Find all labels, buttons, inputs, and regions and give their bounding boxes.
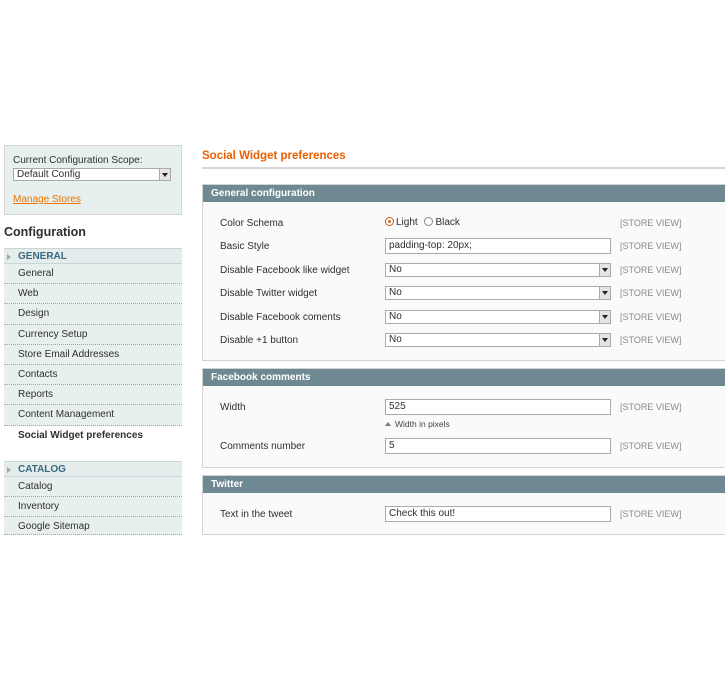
chevron-down-icon[interactable] [599,311,610,323]
row-disable-twitter: Disable Twitter widget No [STORE VIEW] [203,285,725,301]
store-view-tag: [STORE VIEW] [620,335,682,345]
nav-header-catalog[interactable]: CATALOG [4,461,182,477]
color-schema-radios: Light Black [385,217,460,228]
tweet-text-label: Text in the tweet [220,509,293,520]
sidebar-item-store-email-addresses[interactable]: Store Email Addresses [4,344,182,365]
tweet-text-input[interactable]: Check this out! [385,506,611,522]
width-label: Width [220,402,246,413]
radio-light-label: Light [396,217,418,228]
sidebar-item-general[interactable]: General [4,264,182,285]
disable-fb-like-select[interactable]: No [385,263,611,277]
sidebar-item-reports[interactable]: Reports [4,385,182,406]
title-divider [202,167,725,169]
store-view-tag: [STORE VIEW] [620,241,682,251]
store-view-tag: [STORE VIEW] [620,218,682,228]
row-disable-fb-comments: Disable Facebook coments No [STORE VIEW] [203,309,725,325]
sidebar-item-design[interactable]: Design [4,304,182,325]
row-color-schema: Color Schema Light Black [STORE VIEW] [203,215,725,231]
triangle-right-icon [7,467,11,473]
radio-black-label: Black [435,217,460,228]
row-tweet-text: Text in the tweet Check this out! [STORE… [203,506,725,522]
row-width: Width 525 Width in pixels [STORE VIEW] [203,399,725,429]
disable-plusone-label: Disable +1 button [220,335,299,346]
chevron-down-icon[interactable] [599,287,610,299]
sidebar-item-google-sitemap[interactable]: Google Sitemap [4,517,182,536]
scope-select[interactable]: Default Config [13,168,171,181]
triangle-up-icon [385,422,391,426]
store-view-tag: [STORE VIEW] [620,441,682,451]
sidebar-item-currency-setup[interactable]: Currency Setup [4,324,182,345]
width-note: Width in pixels [385,419,450,429]
comments-number-label: Comments number [220,441,306,452]
nav-group-general: GENERAL General Web Design Currency Setu… [4,248,182,446]
disable-fb-comments-label: Disable Facebook coments [220,312,341,323]
sidebar-item-catalog[interactable]: Catalog [4,477,182,498]
sidebar-item-social-widget-preferences[interactable]: Social Widget preferences [4,425,182,446]
store-view-tag: [STORE VIEW] [620,312,682,322]
store-view-tag: [STORE VIEW] [620,509,682,519]
section-header-general[interactable]: General configuration [203,185,725,202]
chevron-down-icon[interactable] [599,264,610,276]
disable-fb-comments-select[interactable]: No [385,310,611,324]
sidebar-item-inventory[interactable]: Inventory [4,497,182,518]
basic-style-label: Basic Style [220,241,270,252]
section-general-configuration: General configuration Color Schema Light… [202,184,725,361]
store-view-tag: [STORE VIEW] [620,265,682,275]
scope-label: Current Configuration Scope: [13,155,143,166]
disable-fb-like-label: Disable Facebook like widget [220,265,350,276]
scope-switcher: Current Configuration Scope: Default Con… [4,145,182,215]
row-disable-plusone: Disable +1 button No [STORE VIEW] [203,332,725,348]
section-facebook-comments: Facebook comments Width 525 Width in pix… [202,368,725,468]
disable-plusone-select[interactable]: No [385,333,611,347]
section-twitter: Twitter Text in the tweet Check this out… [202,475,725,535]
nav-header-general[interactable]: GENERAL [4,248,182,264]
scope-select-value: Default Config [17,169,81,180]
triangle-right-icon [7,254,11,260]
sidebar-item-content-management[interactable]: Content Management [4,405,182,426]
color-schema-label: Color Schema [220,218,284,229]
nav-group-catalog: CATALOG Catalog Inventory Google Sitemap [4,461,182,536]
radio-black[interactable] [424,217,434,226]
section-header-twitter[interactable]: Twitter [203,476,725,493]
sidebar-item-contacts[interactable]: Contacts [4,364,182,386]
radio-light[interactable] [385,217,394,226]
store-view-tag: [STORE VIEW] [620,402,682,412]
disable-twitter-select[interactable]: No [385,286,611,300]
configuration-title: Configuration [4,225,86,239]
section-header-facebook[interactable]: Facebook comments [203,369,725,386]
page-title: Social Widget preferences [202,150,346,162]
sidebar-item-web[interactable]: Web [4,284,182,305]
width-input[interactable]: 525 [385,399,611,415]
disable-twitter-label: Disable Twitter widget [220,288,318,299]
store-view-tag: [STORE VIEW] [620,288,682,298]
comments-number-input[interactable]: 5 [385,438,611,454]
basic-style-input[interactable]: padding-top: 20px; [385,238,611,254]
manage-stores-link[interactable]: Manage Stores [13,194,81,205]
chevron-down-icon[interactable] [599,334,610,346]
row-basic-style: Basic Style padding-top: 20px; [STORE VI… [203,238,725,254]
row-disable-fb-like: Disable Facebook like widget No [STORE V… [203,262,725,278]
row-comments-number: Comments number 5 [STORE VIEW] [203,438,725,454]
chevron-down-icon[interactable] [159,169,170,180]
